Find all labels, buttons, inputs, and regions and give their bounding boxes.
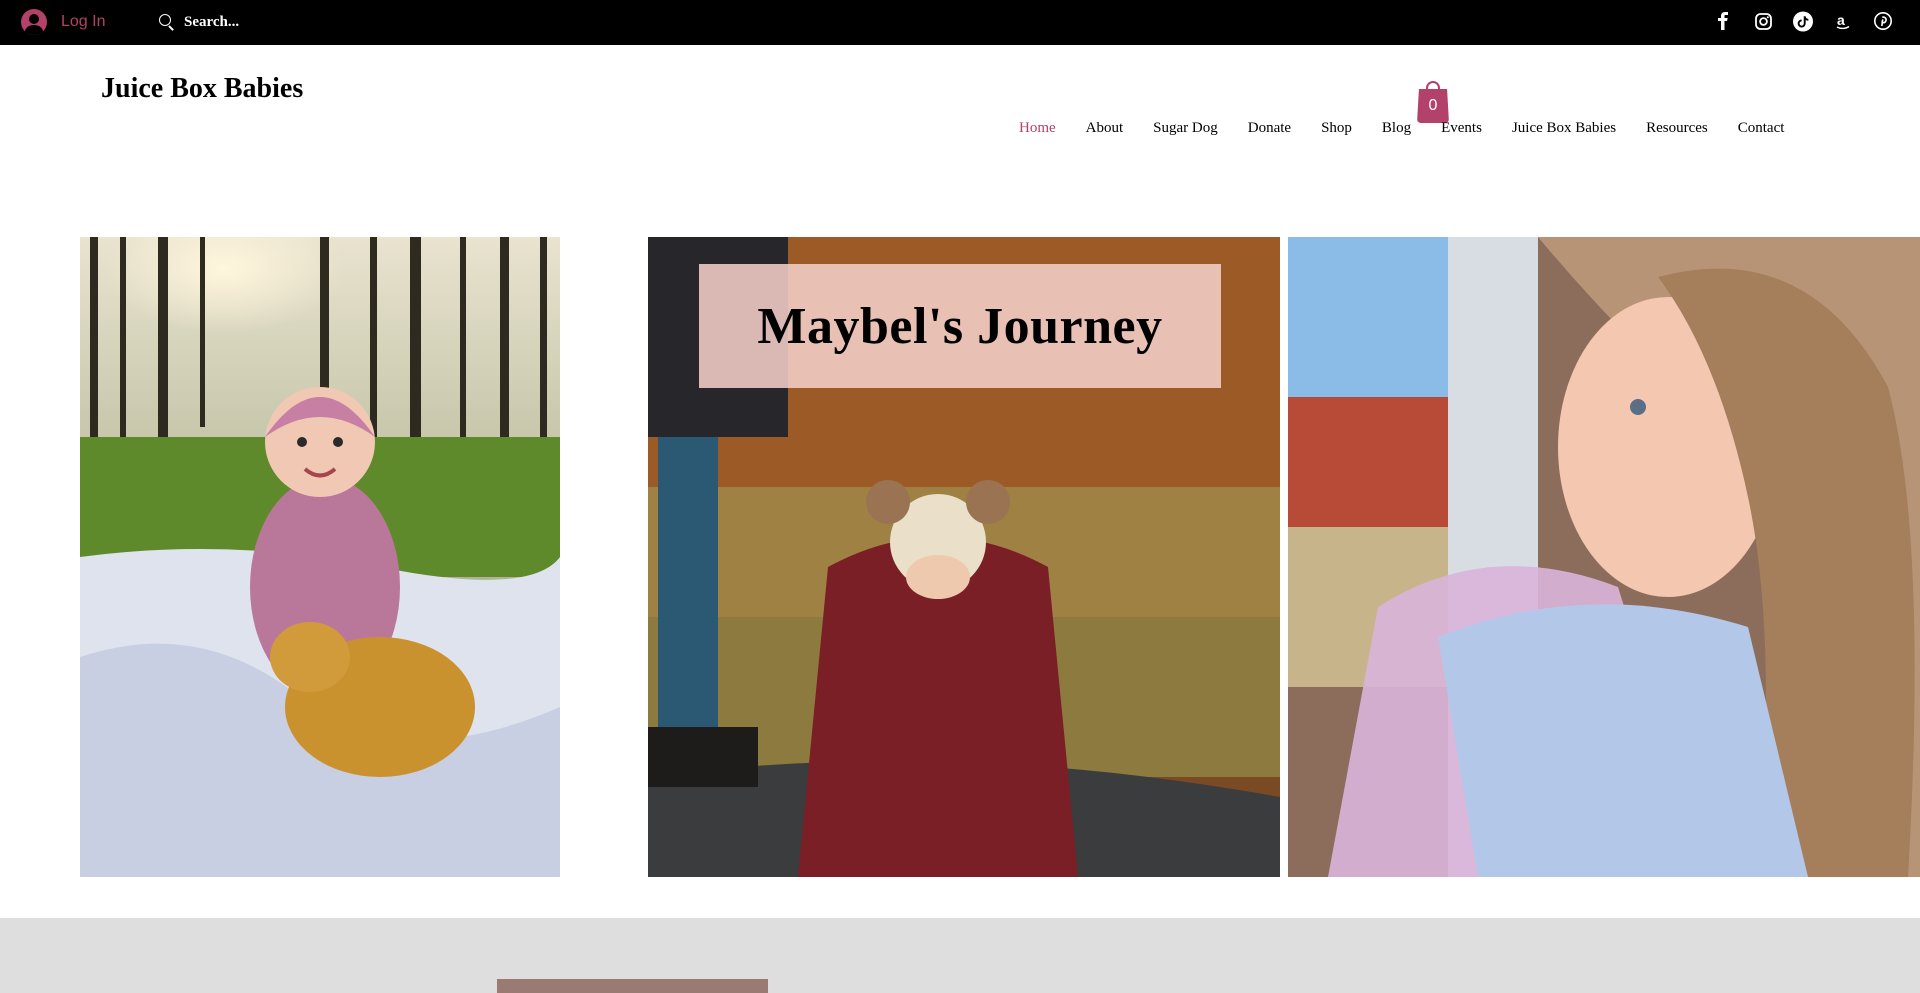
main-nav: Home About Sugar Dog Donate Shop Blog Ev… (1019, 120, 1784, 137)
tiktok-icon[interactable] (1793, 11, 1813, 31)
search-icon (158, 13, 176, 31)
nav-item-events[interactable]: Events (1441, 120, 1482, 137)
cart-count: 0 (1428, 97, 1438, 114)
user-avatar-icon (21, 9, 47, 35)
cart-button[interactable]: 0 (1417, 81, 1449, 123)
search-box[interactable]: Search... (158, 11, 239, 33)
nav-item-shop[interactable]: Shop (1321, 120, 1352, 137)
hero-title-box: Maybel's Journey (699, 264, 1221, 388)
nav-item-home[interactable]: Home (1019, 120, 1056, 137)
top-bar: Log In Search... a (0, 0, 1920, 45)
section-band (0, 918, 1920, 993)
nav-item-about[interactable]: About (1086, 120, 1124, 137)
social-links: a (1713, 11, 1893, 31)
instagram-icon[interactable] (1753, 11, 1773, 31)
nav-item-blog[interactable]: Blog (1382, 120, 1411, 137)
gallery-photo-baby-on-blanket[interactable] (80, 237, 560, 877)
nav-item-sugar-dog[interactable]: Sugar Dog (1153, 120, 1218, 137)
facebook-icon[interactable] (1713, 11, 1733, 31)
nav-item-donate[interactable]: Donate (1248, 120, 1291, 137)
nav-item-juice-box-babies[interactable]: Juice Box Babies (1512, 120, 1616, 137)
site-title[interactable]: Juice Box Babies (101, 73, 303, 105)
amazon-icon[interactable]: a (1833, 11, 1853, 31)
nav-item-contact[interactable]: Contact (1738, 120, 1785, 137)
pinterest-icon[interactable] (1873, 11, 1893, 31)
nav-item-resources[interactable]: Resources (1646, 120, 1708, 137)
section-image-edge (497, 979, 768, 993)
login-button[interactable]: Log In (21, 9, 105, 35)
login-label: Log In (61, 13, 106, 30)
search-input[interactable]: Search... (184, 14, 239, 31)
hero-title: Maybel's Journey (757, 297, 1163, 355)
svg-text:a: a (1837, 13, 1845, 28)
gallery-photo-girl-at-window[interactable] (1288, 237, 1920, 877)
